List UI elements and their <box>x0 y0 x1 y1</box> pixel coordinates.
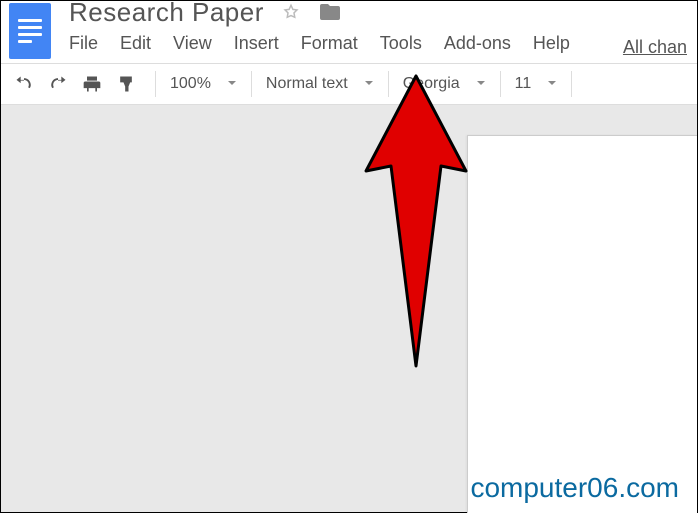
move-folder-icon[interactable] <box>318 0 342 24</box>
title-line: Research Paper <box>69 0 592 27</box>
docs-logo[interactable] <box>9 3 51 59</box>
toolbar-separator <box>571 71 572 97</box>
paragraph-style-value: Normal text <box>266 75 348 93</box>
changes-saved-link[interactable]: All chan <box>623 37 687 58</box>
undo-button[interactable] <box>9 69 39 99</box>
toolbar-separator <box>251 71 252 97</box>
redo-button[interactable] <box>43 69 73 99</box>
chevron-down-icon <box>227 75 237 93</box>
document-page[interactable] <box>467 135 697 513</box>
zoom-value: 100% <box>170 75 211 93</box>
print-button[interactable] <box>77 69 107 99</box>
zoom-dropdown[interactable]: 100% <box>166 75 241 93</box>
document-title[interactable]: Research Paper <box>69 0 264 28</box>
chevron-down-icon <box>364 75 374 93</box>
font-size-value: 11 <box>515 75 532 93</box>
chevron-down-icon <box>547 75 557 93</box>
docs-logo-lines <box>18 15 42 47</box>
font-family-value: Georgia <box>403 75 460 93</box>
menu-file[interactable]: File <box>69 33 98 54</box>
menu-view[interactable]: View <box>173 33 212 54</box>
menu-add-ons[interactable]: Add-ons <box>444 33 511 54</box>
toolbar: 100% Normal text Georgia 11 <box>1 63 697 105</box>
editor-workspace <box>1 105 697 512</box>
menu-insert[interactable]: Insert <box>234 33 279 54</box>
toolbar-separator <box>388 71 389 97</box>
menu-tools[interactable]: Tools <box>380 33 422 54</box>
menu-edit[interactable]: Edit <box>120 33 151 54</box>
paint-format-button[interactable] <box>111 69 141 99</box>
font-size-dropdown[interactable]: 11 <box>511 75 562 93</box>
paragraph-style-dropdown[interactable]: Normal text <box>262 75 378 93</box>
toolbar-separator <box>500 71 501 97</box>
star-icon[interactable] <box>282 3 300 21</box>
title-area: Research Paper File Edit View Insert For… <box>69 3 592 54</box>
font-family-dropdown[interactable]: Georgia <box>399 75 490 93</box>
toolbar-separator <box>155 71 156 97</box>
menu-format[interactable]: Format <box>301 33 358 54</box>
menu-bar: File Edit View Insert Format Tools Add-o… <box>69 33 592 54</box>
app-header: Research Paper File Edit View Insert For… <box>1 1 697 63</box>
chevron-down-icon <box>476 75 486 93</box>
menu-help[interactable]: Help <box>533 33 570 54</box>
